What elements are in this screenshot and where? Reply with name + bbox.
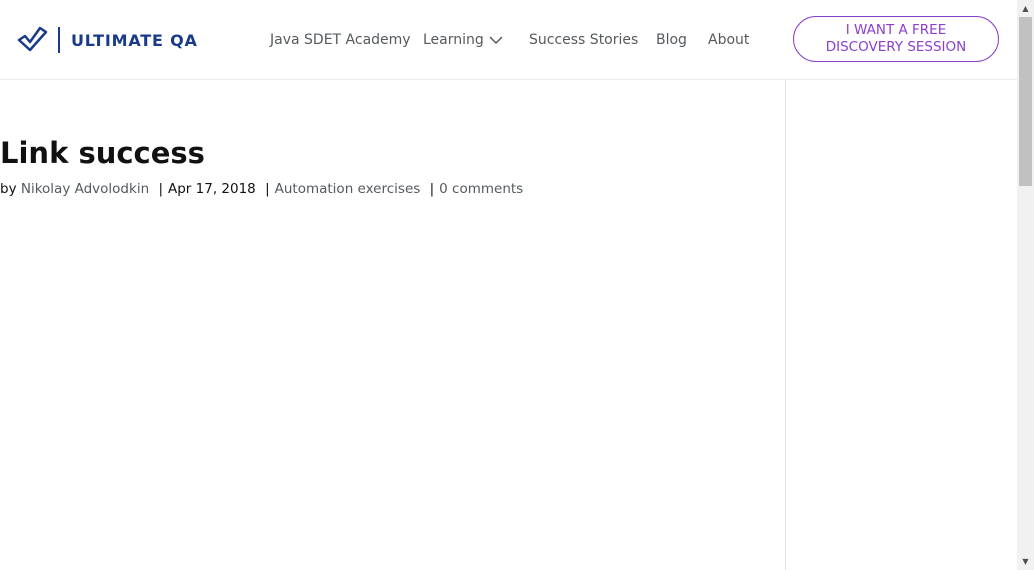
- meta-separator: |: [265, 181, 270, 197]
- nav-java-sdet-academy[interactable]: Java SDET Academy: [270, 30, 411, 50]
- vertical-scrollbar[interactable]: ▲ ▼: [1017, 0, 1034, 570]
- nav-success-stories[interactable]: Success Stories: [529, 30, 638, 50]
- nav-blog[interactable]: Blog: [656, 30, 687, 50]
- author-link[interactable]: Nikolay Advolodkin: [21, 181, 149, 197]
- scrollbar-thumb[interactable]: [1019, 17, 1032, 186]
- category-link[interactable]: Automation exercises: [275, 181, 421, 197]
- sidebar-divider: [785, 80, 786, 570]
- discovery-session-button[interactable]: I WANT A FREE DISCOVERY SESSION: [793, 16, 999, 62]
- logo-divider: [58, 27, 60, 53]
- check-logo-icon: [17, 26, 48, 52]
- nav-about[interactable]: About: [708, 30, 749, 50]
- meta-separator: |: [158, 181, 163, 197]
- post-date: Apr 17, 2018: [168, 181, 256, 197]
- cta-line-2: DISCOVERY SESSION: [825, 39, 967, 55]
- nav-learning-label: Learning: [423, 32, 484, 48]
- scroll-down-arrow-icon[interactable]: ▼: [1017, 553, 1034, 570]
- post-content: Link success by Nikolay Advolodkin | Apr …: [0, 80, 785, 570]
- chevron-down-icon: [489, 36, 503, 45]
- comments-link[interactable]: 0 comments: [439, 181, 523, 197]
- meta-by: by: [0, 181, 17, 197]
- site-logo[interactable]: ULTIMATE QA: [16, 25, 198, 55]
- site-header: ULTIMATE QA Java SDET Academy Learning S…: [0, 0, 1017, 80]
- page: ULTIMATE QA Java SDET Academy Learning S…: [0, 0, 1034, 570]
- post-meta: by Nikolay Advolodkin | Apr 17, 2018 | Aut…: [0, 179, 523, 199]
- meta-separator: |: [429, 181, 435, 197]
- post-title: Link success: [0, 136, 205, 170]
- nav-learning[interactable]: Learning: [423, 30, 503, 50]
- scroll-up-arrow-icon[interactable]: ▲: [1017, 0, 1034, 17]
- logo-text: ULTIMATE QA: [71, 30, 198, 50]
- cta-line-1: I WANT A FREE: [845, 22, 947, 38]
